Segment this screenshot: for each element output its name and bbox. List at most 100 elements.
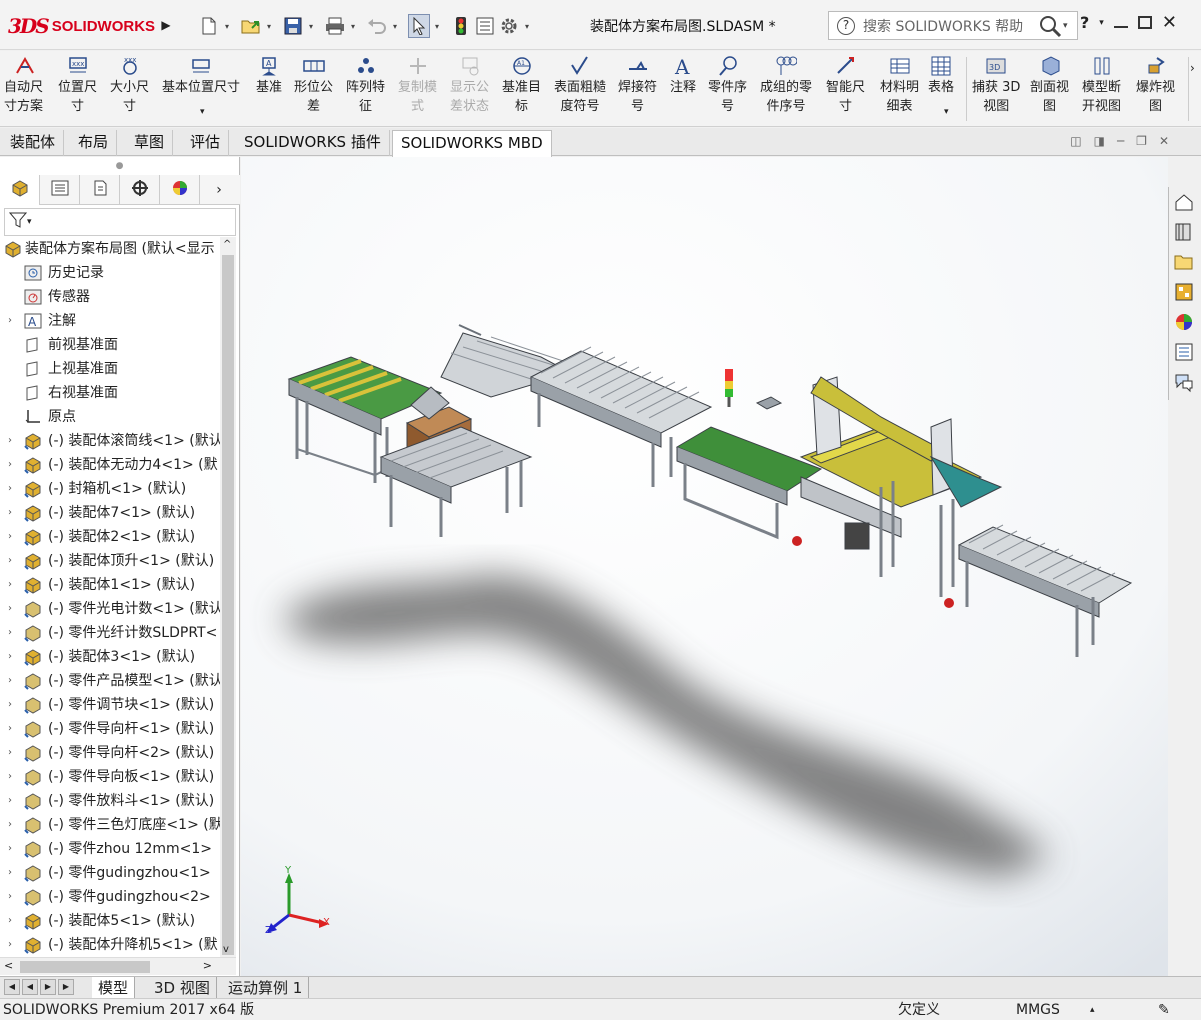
tree-item[interactable]: › (-) 装配体滚筒线<1> (默认	[0, 429, 236, 453]
expand-arrow-icon[interactable]: ›	[8, 789, 18, 813]
expand-arrow-icon[interactable]: ›	[8, 813, 18, 837]
ribbon-button-datum[interactable]: A 基准	[256, 55, 282, 97]
expand-arrow-icon[interactable]: ›	[8, 549, 18, 573]
tree-item[interactable]: › (-) 零件光电计数<1> (默认	[0, 597, 236, 621]
chevron-down-icon[interactable]: ▾	[390, 14, 400, 38]
design-library-icon[interactable]	[1169, 217, 1199, 247]
expand-arrow-icon[interactable]: ›	[8, 717, 18, 741]
home-icon[interactable]	[1169, 187, 1199, 217]
tab-0[interactable]: 装配体	[2, 130, 65, 156]
chevron-down-icon[interactable]: ▾	[222, 14, 232, 38]
tree-item[interactable]: › (-) 装配体无动力4<1> (默	[0, 453, 236, 477]
ribbon-button-auto-dimension[interactable]: 自动尺 寸方案	[4, 55, 43, 116]
expand-arrow-icon[interactable]: ›	[8, 645, 18, 669]
unit-system[interactable]: MMGS	[1016, 999, 1060, 1020]
ribbon-button-stacked-balloon[interactable]: 成组的零 件序号	[760, 55, 812, 116]
tree-item[interactable]: › (-) 装配体顶升<1> (默认)	[0, 549, 236, 573]
help-search-box[interactable]: ? 搜索 SOLIDWORKS 帮助 ▾	[828, 11, 1078, 40]
tree-item[interactable]: › (-) 装配体7<1> (默认)	[0, 501, 236, 525]
search-dropdown-icon[interactable]: ▾	[1063, 21, 1077, 31]
scroll-down-icon[interactable]: v	[223, 944, 229, 955]
minimize-icon[interactable]	[1113, 25, 1128, 28]
chevron-down-icon[interactable]: ▾	[264, 14, 274, 38]
ribbon-button-basic-location-dimension[interactable]: 基本位置尺寸	[162, 55, 240, 97]
bottom-tab-0[interactable]: 模型	[92, 977, 136, 999]
ribbon-button-model-break-view[interactable]: 模型断 开视图	[1082, 55, 1121, 116]
ribbon-button-size-dimension[interactable]: xxx 大小尺 寸	[110, 55, 149, 116]
assembly-model-view[interactable]: Y X Z	[241, 157, 1168, 976]
ribbon-more-icon[interactable]: ›	[1190, 61, 1195, 75]
minimize-doc-icon[interactable]: ─	[1117, 134, 1124, 148]
tree-item[interactable]: › (-) 零件光纤计数SLDPRT<	[0, 621, 236, 645]
ribbon-button-geometric-tolerance[interactable]: 形位公 差	[294, 55, 333, 116]
expand-arrow-icon[interactable]: ›	[8, 621, 18, 645]
tile-left-icon[interactable]: ◫	[1070, 134, 1081, 148]
ribbon-button-balloon[interactable]: 零件序 号	[708, 55, 747, 116]
expand-arrow-icon[interactable]: ›	[8, 501, 18, 525]
scroll-left-icon[interactable]: <	[4, 959, 13, 972]
ribbon-button-show-tolerance-status[interactable]: 显示公 差状态	[450, 55, 489, 116]
expand-arrow-icon[interactable]: ›	[8, 885, 18, 909]
file-explorer-icon[interactable]	[1169, 247, 1199, 277]
scroll-up-icon[interactable]: ^	[223, 239, 231, 250]
tab-1[interactable]: 布局	[70, 130, 118, 156]
tab-4[interactable]: SOLIDWORKS 插件	[236, 130, 390, 156]
first-tab-icon[interactable]: ◀	[4, 979, 20, 995]
menu-expand-arrow-icon[interactable]: ▶	[160, 15, 172, 35]
display-manager-tab[interactable]	[160, 175, 200, 205]
tree-item[interactable]: › (-) 装配体5<1> (默认)	[0, 909, 236, 933]
expand-arrow-icon[interactable]: ›	[8, 573, 18, 597]
dimxpert-manager-tab[interactable]	[120, 175, 160, 205]
restore-doc-icon[interactable]: ❐	[1136, 134, 1147, 148]
expand-arrow-icon[interactable]: ›	[8, 741, 18, 765]
ribbon-button-bom[interactable]: 材料明 细表	[880, 55, 919, 116]
options-gear-icon[interactable]	[498, 14, 520, 38]
ribbon-button-datum-target[interactable]: A1 基准目 标	[502, 55, 541, 116]
expand-arrow-icon[interactable]: ›	[8, 693, 18, 717]
select-arrow-icon[interactable]	[408, 14, 430, 38]
ribbon-button-smart-dimension[interactable]: 智能尺 寸	[826, 55, 865, 116]
rebuild-icon[interactable]	[450, 14, 472, 38]
undo-icon[interactable]	[366, 14, 388, 38]
tree-item[interactable]: › (-) 零件gudingzhou<1>	[0, 861, 236, 885]
open-icon[interactable]	[240, 14, 262, 38]
tree-item[interactable]: › (-) 封箱机<1> (默认)	[0, 477, 236, 501]
solidworks-logo[interactable]: 3DS SOLIDWORKS	[8, 12, 155, 40]
more-tabs-icon[interactable]: ›	[200, 175, 238, 204]
tree-item[interactable]: › (-) 装配体升降机5<1> (默	[0, 933, 236, 957]
tile-right-icon[interactable]: ◨	[1094, 134, 1105, 148]
forum-icon[interactable]	[1169, 367, 1199, 397]
tree-item[interactable]: 原点	[0, 405, 236, 429]
new-document-icon[interactable]	[198, 14, 220, 38]
property-manager-tab[interactable]	[40, 175, 80, 205]
expand-arrow-icon[interactable]: ›	[8, 525, 18, 549]
next-tab-icon[interactable]: ▶	[40, 979, 56, 995]
ribbon-button-location-dimension[interactable]: xxx 位置尺 寸	[58, 55, 97, 116]
status-tools-icon[interactable]: ✎	[1158, 999, 1170, 1020]
chevron-down-icon[interactable]: ▾	[27, 217, 32, 227]
chevron-down-icon[interactable]: ▾	[200, 107, 205, 117]
feature-manager-tab[interactable]	[0, 175, 40, 205]
save-icon[interactable]	[282, 14, 304, 38]
tree-item[interactable]: › (-) 零件调节块<1> (默认)	[0, 693, 236, 717]
scroll-right-icon[interactable]: >	[203, 959, 212, 972]
file-properties-icon[interactable]	[474, 14, 496, 38]
tree-item[interactable]: › (-) 零件三色灯底座<1> (默	[0, 813, 236, 837]
ribbon-button-section-view[interactable]: 剖面视 图	[1030, 55, 1069, 116]
chevron-down-icon[interactable]: ▾	[522, 14, 532, 38]
tree-item[interactable]: › A 注解	[0, 309, 236, 333]
expand-arrow-icon[interactable]: ›	[8, 429, 18, 453]
prev-tab-icon[interactable]: ◀	[22, 979, 38, 995]
tree-item[interactable]: 上视基准面	[0, 357, 236, 381]
chevron-down-icon[interactable]: ▾	[944, 107, 949, 117]
view-palette-icon[interactable]	[1169, 277, 1199, 307]
tree-item[interactable]: 传感器	[0, 285, 236, 309]
panel-grip[interactable]: ●	[0, 157, 239, 175]
tree-item[interactable]: 右视基准面	[0, 381, 236, 405]
maximize-icon[interactable]	[1137, 16, 1152, 29]
appearances-icon[interactable]	[1169, 307, 1199, 337]
tree-item[interactable]: › (-) 零件导向板<1> (默认)	[0, 765, 236, 789]
tree-item[interactable]: › (-) 零件导向杆<2> (默认)	[0, 741, 236, 765]
bottom-tab-1[interactable]: 3D 视图	[148, 977, 217, 999]
expand-arrow-icon[interactable]: ›	[8, 765, 18, 789]
